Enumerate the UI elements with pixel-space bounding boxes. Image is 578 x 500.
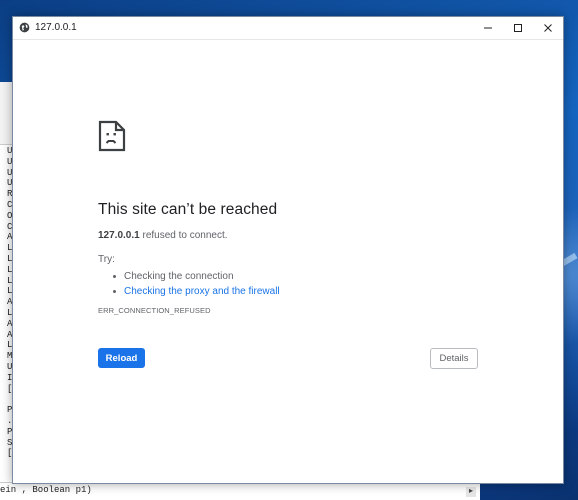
error-message: 127.0.0.1 refused to connect. bbox=[98, 230, 228, 241]
minimize-icon bbox=[484, 27, 492, 29]
browser-window: 127.0.0.1 This site can’t be reached 127… bbox=[12, 16, 564, 484]
sad-page-icon bbox=[98, 120, 126, 152]
suggestion-check-proxy-firewall-link[interactable]: Checking the proxy and the firewall bbox=[98, 284, 280, 299]
background-code-bottom-line: ein , Boolean p1) bbox=[0, 485, 92, 495]
maximize-icon bbox=[514, 24, 522, 32]
close-button[interactable] bbox=[533, 17, 563, 39]
scroll-right-button[interactable]: ▸ bbox=[466, 487, 476, 497]
minimize-button[interactable] bbox=[473, 17, 503, 39]
reload-button[interactable]: Reload bbox=[98, 348, 145, 368]
suggestion-check-connection: Checking the connection bbox=[98, 269, 280, 284]
error-page: This site can’t be reached 127.0.0.1 ref… bbox=[13, 40, 563, 483]
error-host: 127.0.0.1 bbox=[98, 230, 140, 241]
error-code: ERR_CONNECTION_REFUSED bbox=[98, 306, 211, 315]
globe-icon bbox=[19, 22, 30, 33]
background-editor-bottom: ein , Boolean p1) ▸ bbox=[0, 482, 480, 500]
try-label: Try: bbox=[98, 254, 115, 265]
title-bar[interactable]: 127.0.0.1 bbox=[13, 17, 563, 40]
error-heading: This site can’t be reached bbox=[98, 201, 278, 218]
window-title: 127.0.0.1 bbox=[35, 22, 77, 33]
error-message-suffix: refused to connect. bbox=[139, 230, 228, 241]
details-button[interactable]: Details bbox=[430, 348, 478, 369]
suggestion-list: Checking the connection Checking the pro… bbox=[98, 269, 280, 299]
maximize-button[interactable] bbox=[503, 17, 533, 39]
close-icon bbox=[544, 24, 552, 32]
